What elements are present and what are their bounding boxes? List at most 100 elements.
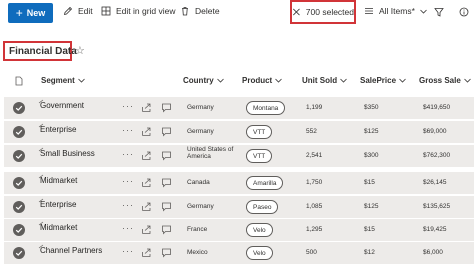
product-pill: Velo xyxy=(246,246,273,260)
cell-units: 1,295 xyxy=(306,226,323,233)
comment-icon[interactable] xyxy=(161,177,172,188)
cell-units: 500 xyxy=(306,249,317,256)
more-options-icon[interactable]: ··· xyxy=(122,247,134,256)
row-checkmark-icon[interactable] xyxy=(13,126,25,138)
product-pill: VTT xyxy=(246,125,273,139)
more-options-icon[interactable]: ··· xyxy=(122,102,134,111)
comment-icon[interactable] xyxy=(161,247,172,258)
share-icon[interactable] xyxy=(141,201,152,212)
favorite-star-icon[interactable]: ☆ xyxy=(75,44,85,57)
product-pill: Velo xyxy=(246,223,273,237)
view-selector[interactable]: All Items* xyxy=(364,6,427,16)
column-header-gross[interactable]: Gross Sale xyxy=(419,76,471,85)
cell-gross: $762,300 xyxy=(423,152,451,159)
filter-icon[interactable] xyxy=(434,7,444,17)
cell-price: $12 xyxy=(364,249,375,256)
cell-country: Mexico xyxy=(187,249,208,256)
chevron-down-icon xyxy=(78,78,85,83)
row-checkmark-icon[interactable] xyxy=(13,201,25,213)
share-icon[interactable] xyxy=(141,102,152,113)
share-icon[interactable] xyxy=(141,177,152,188)
cell-units: 2,541 xyxy=(306,152,323,159)
comment-icon[interactable] xyxy=(161,102,172,113)
more-options-icon[interactable]: ··· xyxy=(122,126,134,135)
cell-gross: $19,425 xyxy=(423,226,447,233)
command-bar: + New Edit Edit in grid view Delete 700 … xyxy=(0,0,474,26)
list-view-icon xyxy=(365,8,373,14)
share-icon[interactable] xyxy=(141,247,152,258)
table-row[interactable]: Enterprise ··· Germany Paseo 1,085 $125 … xyxy=(4,196,474,218)
more-options-icon[interactable]: ··· xyxy=(122,150,134,159)
comment-icon[interactable] xyxy=(161,126,172,137)
cell-segment[interactable]: Enterprise xyxy=(40,200,76,209)
cell-country: Germany xyxy=(187,104,214,111)
file-type-icon[interactable] xyxy=(14,76,24,86)
column-header-segment[interactable]: Segment xyxy=(41,76,85,85)
trash-icon xyxy=(182,7,188,16)
cell-units: 1,199 xyxy=(306,104,323,111)
chevron-down-icon xyxy=(420,9,427,14)
cell-country: Germany xyxy=(187,203,214,210)
cell-segment[interactable]: Small Business xyxy=(40,149,95,158)
selection-count-button[interactable]: 700 selected xyxy=(290,0,356,24)
cell-price: $15 xyxy=(364,179,375,186)
info-icon[interactable] xyxy=(459,7,469,17)
chevron-down-icon xyxy=(340,78,347,83)
more-options-icon[interactable]: ··· xyxy=(122,177,134,186)
cell-segment[interactable]: Channel Partners xyxy=(40,246,102,255)
table-row[interactable]: Enterprise ··· Germany VTT 552 $125 $69,… xyxy=(4,121,474,143)
comment-icon[interactable] xyxy=(161,150,172,161)
cell-price: $125 xyxy=(364,128,379,135)
row-checkmark-icon[interactable] xyxy=(13,224,25,236)
more-options-icon[interactable]: ··· xyxy=(122,224,134,233)
more-options-icon[interactable]: ··· xyxy=(122,201,134,210)
edit-button[interactable]: Edit xyxy=(63,6,93,16)
table-row[interactable]: Midmarket ··· France Velo 1,295 $15 $19,… xyxy=(4,219,474,241)
row-checkmark-icon[interactable] xyxy=(13,102,25,114)
column-header-country[interactable]: Country xyxy=(183,76,224,85)
cell-gross: $6,000 xyxy=(423,249,443,256)
cell-segment[interactable]: Midmarket xyxy=(40,176,77,185)
close-icon xyxy=(293,8,300,16)
column-header-units[interactable]: Unit Sold xyxy=(302,76,347,85)
delete-button[interactable]: Delete xyxy=(180,6,220,16)
cell-country: France xyxy=(187,226,208,233)
share-icon[interactable] xyxy=(141,150,152,161)
cell-segment[interactable]: Government xyxy=(40,101,84,110)
share-icon[interactable] xyxy=(141,224,152,235)
cell-segment[interactable]: Midmarket xyxy=(40,223,77,232)
cell-price: $125 xyxy=(364,203,379,210)
list-title: Financial Data xyxy=(3,41,77,61)
new-button[interactable]: + New xyxy=(8,3,53,23)
product-pill: Paseo xyxy=(246,200,279,214)
cell-price: $350 xyxy=(364,104,379,111)
table-row[interactable]: Small Business ··· United States of Amer… xyxy=(4,145,474,167)
cell-gross: $26,145 xyxy=(423,179,447,186)
delete-button-label: Delete xyxy=(195,6,220,16)
new-button-label: New xyxy=(26,8,46,18)
selection-count-label: 700 selected xyxy=(305,7,354,17)
column-header-product[interactable]: Product xyxy=(242,76,283,85)
table-row[interactable]: Channel Partners ··· Mexico Velo 500 $12… xyxy=(4,242,474,264)
cell-country: United States of America xyxy=(187,146,234,160)
cell-units: 1,085 xyxy=(306,203,323,210)
edit-grid-button[interactable]: Edit in grid view xyxy=(101,6,176,16)
edit-grid-button-label: Edit in grid view xyxy=(116,6,176,16)
row-checkmark-icon[interactable] xyxy=(13,177,25,189)
row-checkmark-icon[interactable] xyxy=(13,247,25,259)
cell-price: $300 xyxy=(364,152,379,159)
comment-icon[interactable] xyxy=(161,224,172,235)
share-icon[interactable] xyxy=(141,126,152,137)
plus-icon: + xyxy=(15,6,23,20)
comment-icon[interactable] xyxy=(161,201,172,212)
pencil-icon xyxy=(63,6,73,16)
cell-country: Canada xyxy=(187,179,210,186)
column-header-price[interactable]: SalePrice xyxy=(360,76,406,85)
cell-gross: $69,000 xyxy=(423,128,447,135)
cell-units: 1,750 xyxy=(306,179,323,186)
cell-segment[interactable]: Enterprise xyxy=(40,125,76,134)
row-checkmark-icon[interactable] xyxy=(13,150,25,162)
table-row[interactable]: Government ··· Germany Montana 1,199 $35… xyxy=(4,97,474,119)
cell-country: Germany xyxy=(187,128,214,135)
table-row[interactable]: Midmarket ··· Canada Amarilla 1,750 $15 … xyxy=(4,172,474,194)
